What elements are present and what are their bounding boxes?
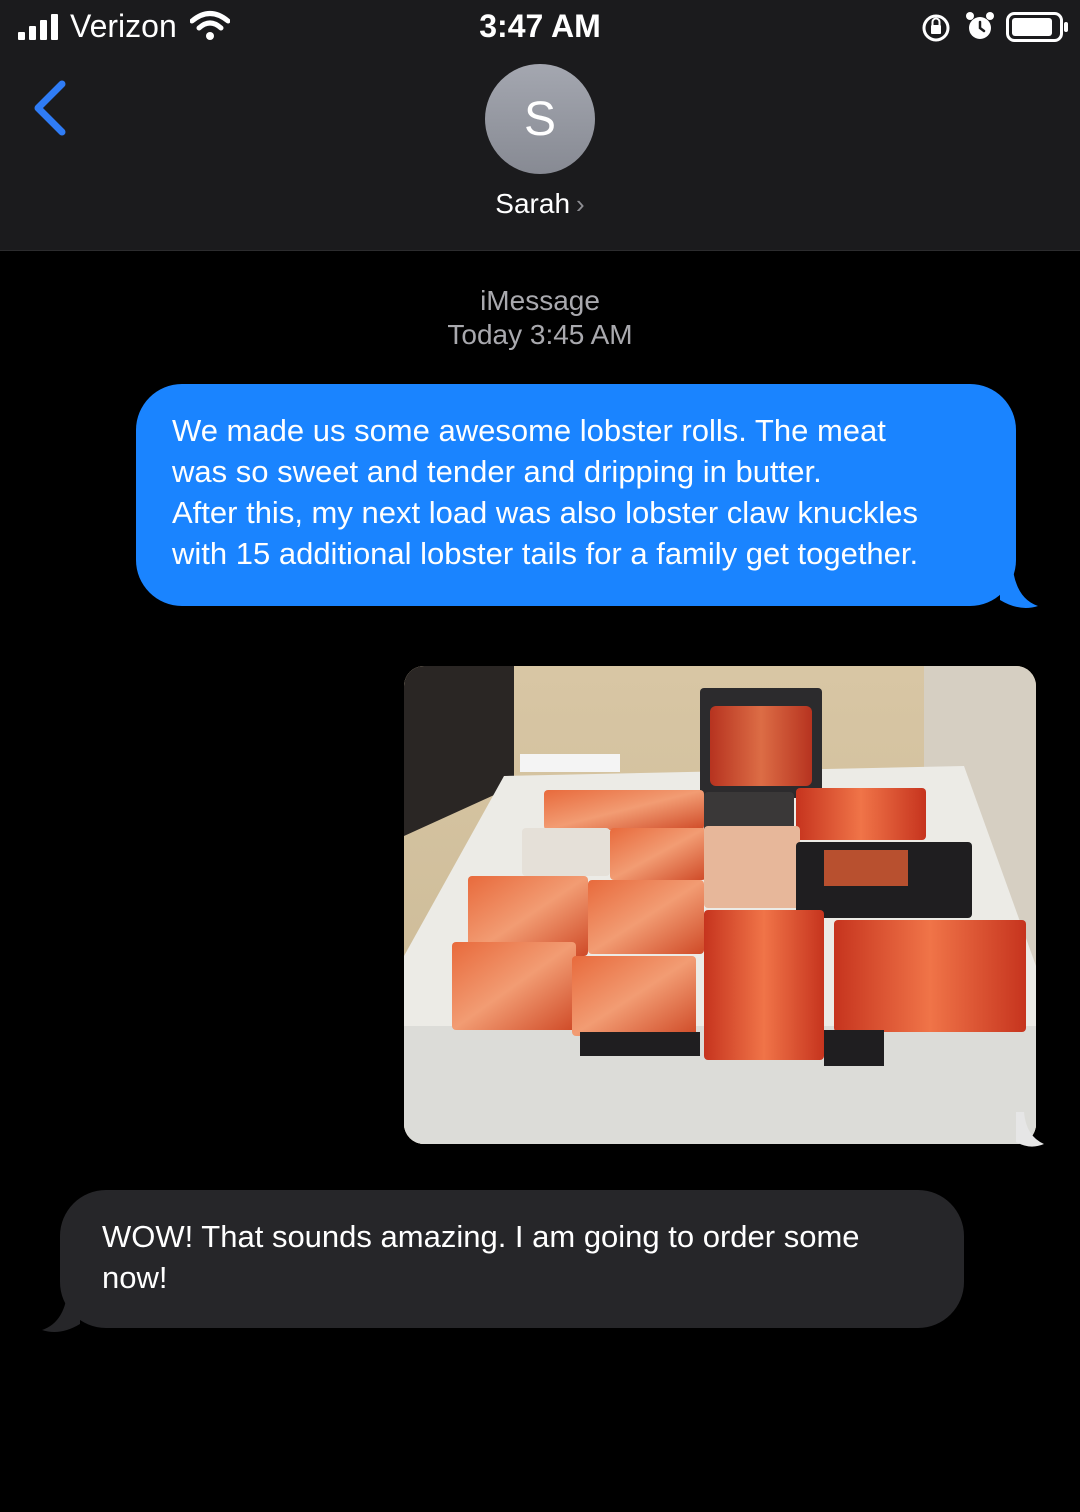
avatar-initial: S	[523, 92, 556, 146]
outgoing-message-bubble[interactable]: We made us some awesome lobster rolls. T…	[136, 384, 1016, 606]
clock: 3:47 AM	[479, 8, 601, 44]
lobster-packages-photo	[404, 666, 1036, 1144]
message-line: WOW! That sounds amazing. I am going to …	[102, 1219, 860, 1254]
photo-bubble-tail	[1016, 1112, 1044, 1147]
rotation-lock-icon	[922, 14, 950, 42]
contact-avatar[interactable]: S	[485, 64, 595, 174]
back-chevron-icon[interactable]	[30, 78, 70, 138]
message-line: now!	[102, 1260, 168, 1295]
status-bar: Verizon 3:47 AM	[0, 0, 1080, 56]
alarm-icon	[966, 12, 994, 39]
contact-name-button[interactable]: Sarah ›	[0, 188, 1080, 220]
message-line: After this, my next load was also lobste…	[172, 495, 919, 530]
photo-attachment[interactable]	[404, 666, 1036, 1144]
service-label: iMessage	[480, 285, 600, 316]
contact-name: Sarah	[495, 188, 571, 219]
outgoing-bubble-tail	[1000, 560, 1038, 608]
incoming-message-bubble[interactable]: WOW! That sounds amazing. I am going to …	[60, 1190, 964, 1328]
thread-timestamp: Today 3:45 AM	[447, 319, 633, 350]
battery-icon	[1006, 12, 1068, 42]
conversation-header: Verizon 3:47 AM S Sarah ›	[0, 0, 1080, 251]
message-line: was so sweet and tender and dripping in …	[172, 454, 822, 489]
message-line: We made us some awesome lobster rolls. T…	[172, 413, 886, 448]
message-line: with 15 additional lobster tails for a f…	[172, 536, 919, 571]
chevron-right-icon: ›	[576, 189, 585, 219]
incoming-bubble-tail	[42, 1286, 80, 1332]
